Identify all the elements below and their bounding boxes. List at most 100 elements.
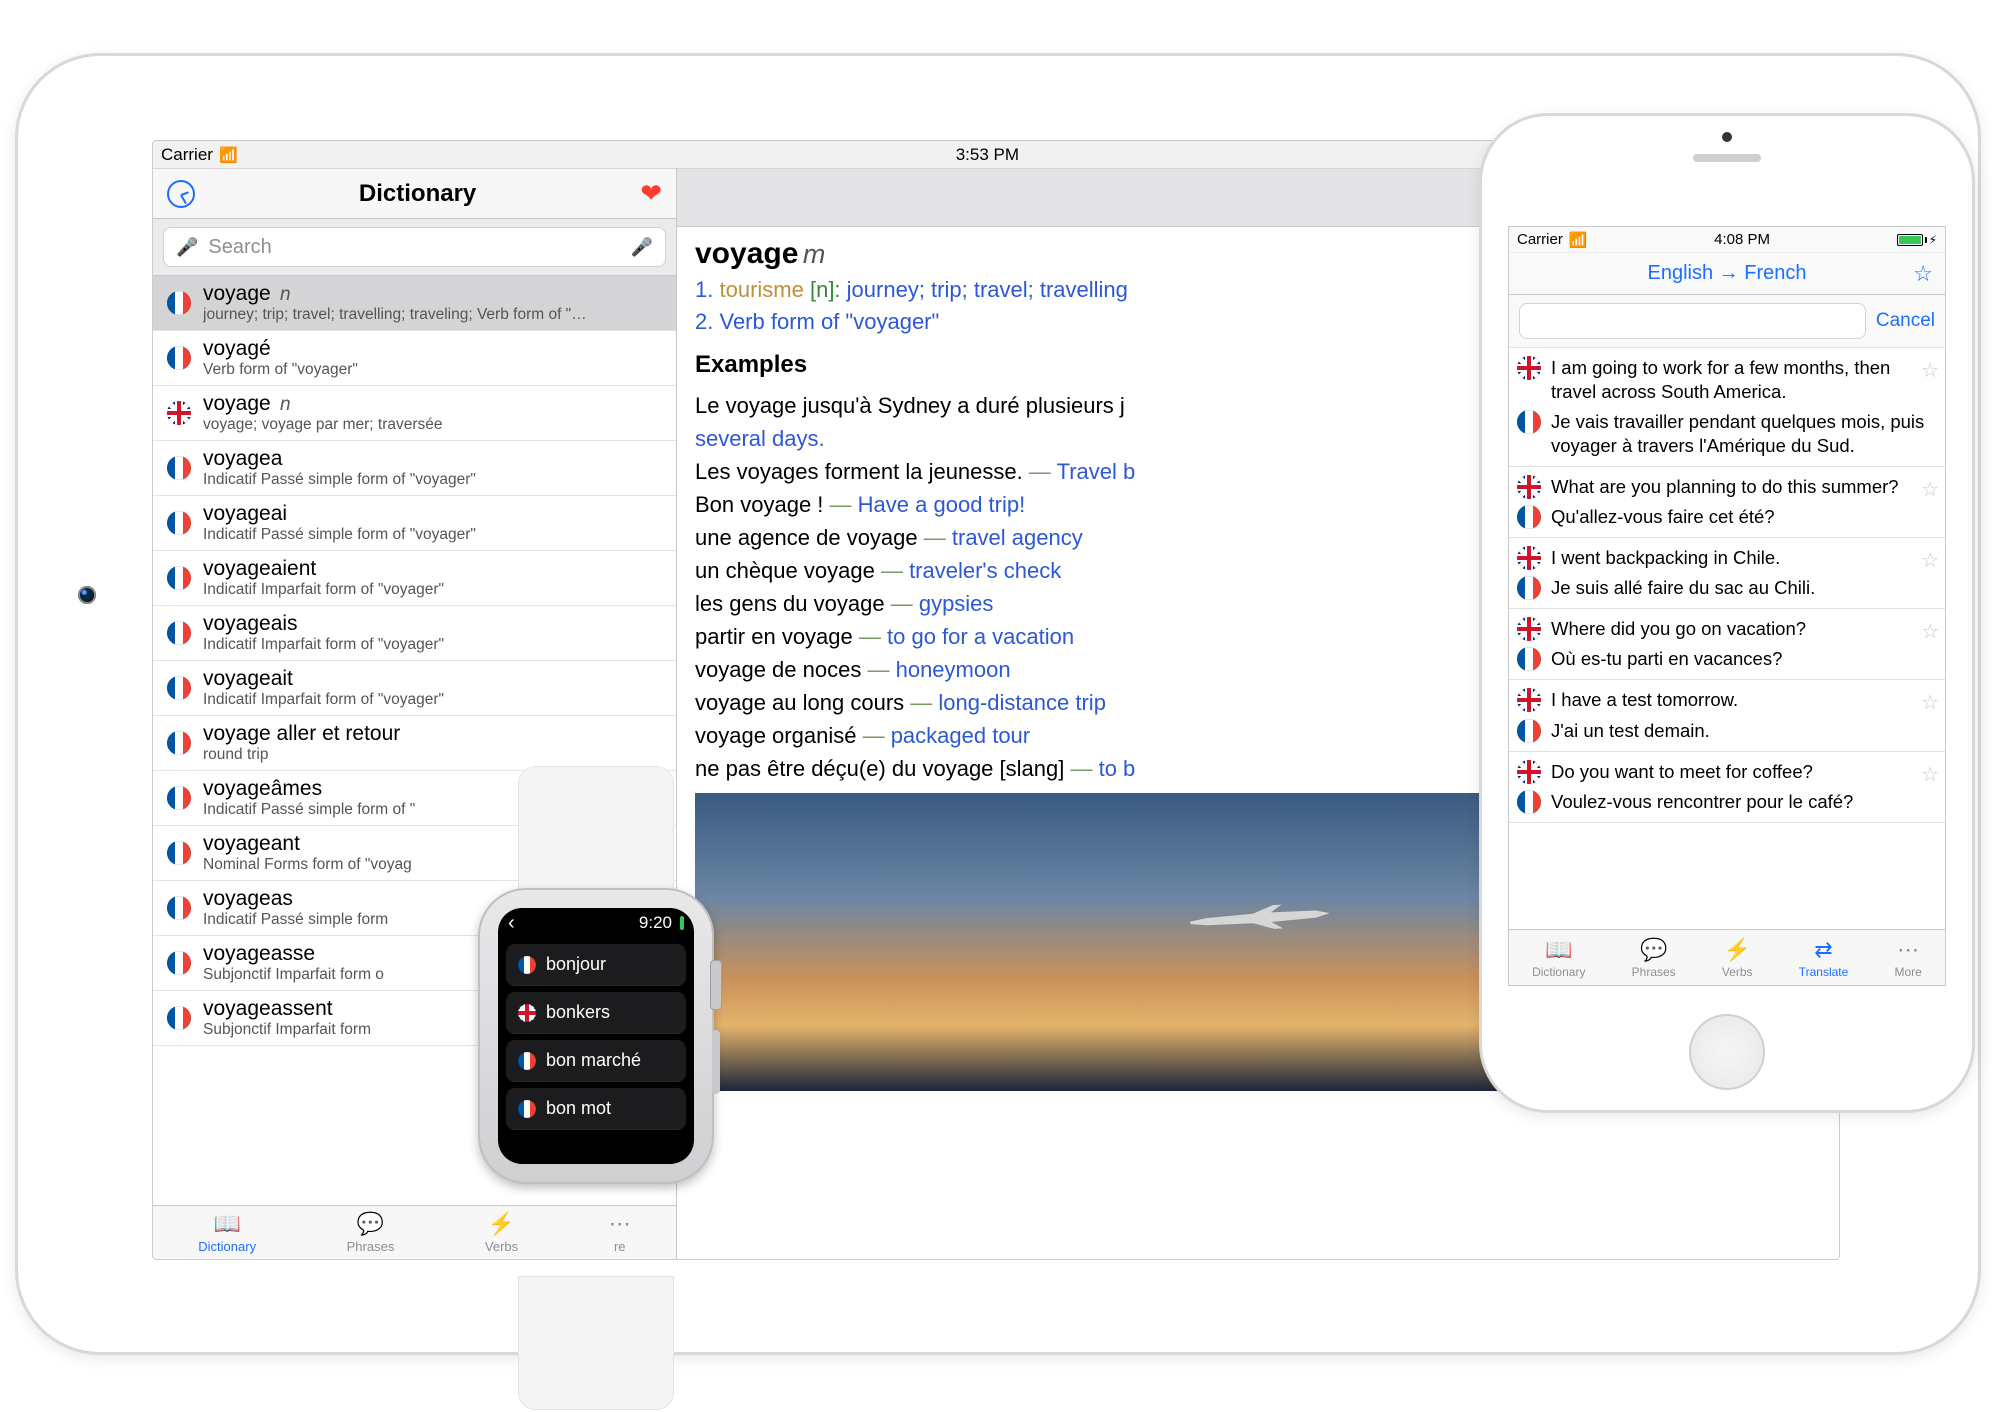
phrase-list[interactable]: ☆ I am going to work for a few months, t… <box>1509 348 1945 929</box>
iphone-battery-icon: ⚡︎ <box>1897 233 1937 247</box>
iphone-tabbar: 📖Dictionary 💬 Phrases ⚡Verbs ⇄Translate ⋯ More <box>1509 929 1945 985</box>
wifi-icon <box>1569 231 1588 249</box>
flag-icon <box>1517 617 1541 641</box>
list-item[interactable]: voyageaient Indicatif Imparfait form of … <box>153 551 676 606</box>
definition-label: Verb form of "voyager" <box>203 361 358 379</box>
watch-list-item[interactable]: bonkers <box>506 992 686 1034</box>
flag-icon <box>167 676 191 700</box>
tab-label: Translate <box>1799 965 1849 979</box>
word-label: voyagea <box>203 447 476 471</box>
phrase-group[interactable]: ☆ I went backpacking in Chile. Je suis a… <box>1509 538 1945 609</box>
phrase-en: I have a test tomorrow. <box>1551 688 1937 712</box>
iphone-search-input[interactable] <box>1519 303 1866 339</box>
phrase-fr: Je suis allé faire du sac au Chili. <box>1551 576 1937 600</box>
favorites-icon[interactable]: ❤ <box>640 178 662 209</box>
phrase-group[interactable]: ☆ Do you want to meet for coffee? Voulez… <box>1509 752 1945 823</box>
flag-icon <box>167 841 191 865</box>
tab-phrases[interactable]: 💬 Phrases <box>1632 937 1676 979</box>
flag-icon <box>167 511 191 535</box>
iphone-time: 4:08 PM <box>1714 231 1770 248</box>
flag-icon <box>1517 760 1541 784</box>
wifi-icon <box>219 145 238 165</box>
carrier-label: Carrier <box>161 145 213 165</box>
phrase-group[interactable]: ☆ Where did you go on vacation? Où es-tu… <box>1509 609 1945 680</box>
watch-crown[interactable] <box>710 960 722 1010</box>
word-label: voyagé <box>203 337 358 361</box>
list-item[interactable]: voyagé Verb form of "voyager" <box>153 331 676 386</box>
list-item[interactable]: voyage n voyage; voyage par mer; travers… <box>153 386 676 441</box>
flag-icon <box>518 1100 536 1118</box>
flag-icon <box>167 291 191 315</box>
star-outline-icon[interactable]: ☆ <box>1921 548 1939 573</box>
iphone-nav-title[interactable]: English → French <box>1648 262 1807 285</box>
phrase-en: I am going to work for a few months, the… <box>1551 356 1937 404</box>
star-outline-icon[interactable]: ☆ <box>1913 261 1933 287</box>
tab-label: Phrases <box>1632 965 1676 979</box>
definition-label: Subjonctif Imparfait form o <box>203 966 384 984</box>
phrase-group[interactable]: ☆ I am going to work for a few months, t… <box>1509 348 1945 467</box>
mic-left-icon[interactable]: 🎤 <box>176 237 198 258</box>
iphone-frame: Carrier 4:08 PM ⚡︎ English → French ☆ Ca… <box>1482 116 1972 1110</box>
watch-list-item[interactable]: bonjour <box>506 944 686 986</box>
list-item[interactable]: voyage aller et retour round trip <box>153 716 676 771</box>
cancel-button[interactable]: Cancel <box>1876 310 1935 332</box>
flag-icon <box>167 621 191 645</box>
word-label: voyageâmes <box>203 777 415 801</box>
flag-icon <box>167 566 191 590</box>
list-item[interactable]: voyageais Indicatif Imparfait form of "v… <box>153 606 676 661</box>
flag-icon <box>167 1006 191 1030</box>
star-outline-icon[interactable]: ☆ <box>1921 477 1939 502</box>
ipad-nav: Dictionary ❤ <box>153 169 676 219</box>
flag-icon <box>518 1004 536 1022</box>
flag-icon <box>167 786 191 810</box>
tab-icon: 📖 <box>213 1211 240 1237</box>
tab-icon: ⋯ <box>1897 937 1919 963</box>
definition-label: Indicatif Imparfait form of "voyager" <box>203 581 444 599</box>
tab-label: More <box>1895 965 1922 979</box>
phrase-en: What are you planning to do this summer? <box>1551 475 1937 499</box>
word-label: voyageas <box>203 887 388 911</box>
tab-dictionary[interactable]: 📖Dictionary <box>1532 937 1585 979</box>
tab-more[interactable]: ⋯ More <box>1895 937 1922 979</box>
star-outline-icon[interactable]: ☆ <box>1921 690 1939 715</box>
flag-icon <box>1517 688 1541 712</box>
tab-translate[interactable]: ⇄Translate <box>1799 937 1849 979</box>
phrase-group[interactable]: ☆ I have a test tomorrow. J'ai un test d… <box>1509 680 1945 751</box>
tab-icon: 💬 <box>1640 937 1667 963</box>
tab-verbs[interactable]: ⚡Verbs <box>1722 937 1753 979</box>
ipad-camera <box>78 586 96 604</box>
phrase-group[interactable]: ☆ What are you planning to do this summe… <box>1509 467 1945 538</box>
word-label: voyage n <box>203 282 587 306</box>
watch-list-item[interactable]: bon marché <box>506 1040 686 1082</box>
tab-label: Verbs <box>1722 965 1753 979</box>
iphone-nav: English → French ☆ <box>1509 253 1945 295</box>
iphone-home-button[interactable] <box>1689 1014 1765 1090</box>
flag-icon <box>1517 410 1541 434</box>
search-input[interactable]: 🎤 Search 🎤 <box>163 227 666 267</box>
word-label: voyage aller et retour <box>203 722 400 746</box>
mic-right-icon[interactable]: 🎤 <box>631 237 653 258</box>
list-item[interactable]: voyageait Indicatif Imparfait form of "v… <box>153 661 676 716</box>
tab-dictionary[interactable]: 📖Dictionary <box>198 1211 256 1254</box>
iphone-speaker <box>1693 154 1761 162</box>
flag-icon <box>167 896 191 920</box>
star-outline-icon[interactable]: ☆ <box>1921 762 1939 787</box>
watch-side-button[interactable] <box>712 1030 720 1094</box>
search-placeholder: Search <box>208 236 620 259</box>
phrase-fr: Qu'allez-vous faire cet été? <box>1551 505 1937 529</box>
star-outline-icon[interactable]: ☆ <box>1921 358 1939 383</box>
list-item[interactable]: voyage n journey; trip; travel; travelli… <box>153 276 676 331</box>
watch-list-item[interactable]: bon mot <box>506 1088 686 1130</box>
list-item[interactable]: voyageai Indicatif Passé simple form of … <box>153 496 676 551</box>
phrase-fr: Voulez-vous rencontrer pour le café? <box>1551 790 1937 814</box>
flag-icon <box>1517 719 1541 743</box>
watch-back-icon[interactable]: ‹ <box>508 912 515 935</box>
list-item[interactable]: voyagea Indicatif Passé simple form of "… <box>153 441 676 496</box>
flag-icon <box>1517 647 1541 671</box>
tab-label: Phrases <box>347 1239 395 1254</box>
flag-icon <box>167 346 191 370</box>
watch-screen: ‹ 9:20 bonjourbonkersbon marchébon mot <box>498 908 694 1164</box>
history-icon[interactable] <box>167 180 195 208</box>
star-outline-icon[interactable]: ☆ <box>1921 619 1939 644</box>
tab-phrases[interactable]: 💬Phrases <box>347 1211 395 1254</box>
